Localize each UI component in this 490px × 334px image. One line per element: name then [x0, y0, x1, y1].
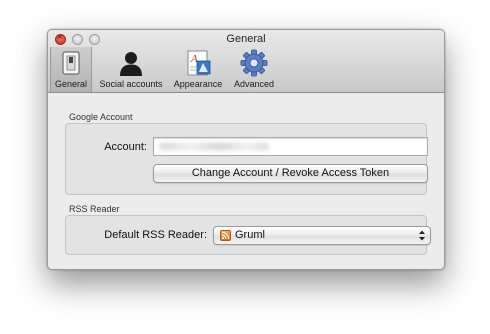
default-rss-reader-label: Default RSS Reader:: [104, 229, 207, 241]
google-account-section-title: Google Account: [69, 112, 133, 122]
toolbar-tab-general[interactable]: General: [50, 47, 92, 92]
toolbar-label-social-accounts: Social accounts: [99, 79, 163, 89]
font-document-icon: A: [187, 50, 211, 76]
rss-reader-group: Default RSS Reader: Gruml: [65, 215, 431, 255]
toolbar-label-appearance: Appearance: [173, 79, 223, 89]
rss-reader-section-title: RSS Reader: [69, 204, 120, 214]
window-toolbar: General General Social accounts A: [48, 30, 444, 93]
rss-feed-icon: [220, 230, 231, 241]
redacted-account-text: [159, 143, 269, 150]
person-silhouette-icon: [120, 52, 142, 76]
toolbar-label-advanced: Advanced: [233, 79, 275, 89]
popup-arrows-icon: [419, 230, 425, 241]
window-title: General: [226, 33, 266, 45]
account-field[interactable]: [153, 137, 428, 156]
gear-icon: [240, 49, 268, 77]
change-account-button[interactable]: Change Account / Revoke Access Token: [153, 164, 428, 183]
toolbar-tab-advanced[interactable]: Advanced: [228, 47, 280, 92]
switch-icon: [62, 51, 80, 75]
rss-reader-popup[interactable]: Gruml: [213, 226, 431, 245]
preferences-window: General General Social accounts A: [47, 29, 445, 270]
preferences-content: Google Account Account: Change Account /…: [48, 93, 444, 269]
toolbar-tab-appearance[interactable]: A Appearance: [170, 47, 226, 92]
toolbar-tab-social-accounts[interactable]: Social accounts: [94, 47, 168, 92]
google-account-group: Account: Change Account / Revoke Access …: [65, 123, 428, 195]
rss-reader-selected-value: Gruml: [235, 229, 265, 241]
account-label: Account:: [104, 141, 147, 153]
toolbar-label-general: General: [54, 79, 88, 89]
